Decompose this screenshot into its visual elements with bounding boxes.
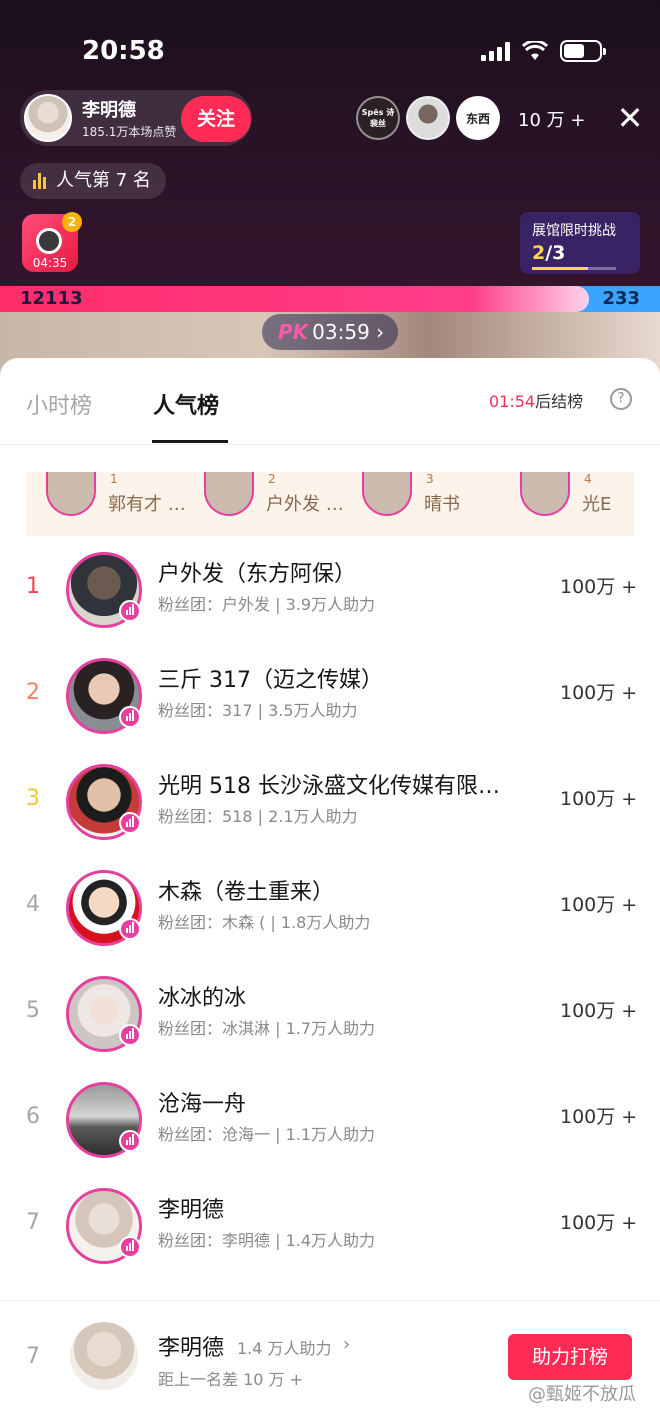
tab-hourly[interactable]: 小时榜 [26,388,92,420]
divider [0,444,660,445]
gift-timer: 04:35 [32,256,68,270]
fan-level-icon [119,600,141,622]
rank-number: 7 [26,1210,40,1235]
pk-left-fill [0,286,590,312]
fan-club-info: 粉丝团：沧海一 | 1.1万人助力 [158,1125,376,1144]
fan-level-icon [119,1130,141,1152]
fan-club-info: 粉丝团：518 | 2.1万人助力 [158,807,358,826]
contributor-avatar [46,472,96,516]
question-circle-icon[interactable]: ? [610,388,632,410]
score: 100万 + [560,576,638,598]
rank-number: 1 [26,574,40,599]
rank-number: 6 [26,1104,40,1129]
close-icon[interactable]: ✕ [614,100,646,136]
score: 100万 + [560,1212,638,1234]
popularity-rank-text: 人气第 7 名 [56,170,151,191]
fan-level-icon [119,918,141,940]
room-name: 光明 518 长沙泳盛文化传媒有限… [158,774,500,799]
viewer-avatar[interactable]: 东西 [456,96,500,140]
challenge-progress: 2/3 [532,242,566,264]
contributor-avatar [520,472,570,516]
rank-number: 4 [26,892,40,917]
fan-level-icon [119,812,141,834]
host-avatar[interactable] [24,94,72,142]
ranking-row[interactable]: 7 李明德 粉丝团：李明德 | 1.4万人助力 100万 + [0,1182,660,1288]
boost-ranking-button[interactable]: 助力打榜 [508,1334,632,1380]
rank-number: 2 [26,680,40,705]
follow-button[interactable]: 关注 [181,96,251,142]
score: 100万 + [560,894,638,916]
viewer-count[interactable]: 10 万 + [518,106,585,132]
wifi-icon [522,41,548,60]
room-name: 三斤 317（迈之传媒） [158,668,383,693]
battery-icon [560,40,606,62]
fan-club-info: 粉丝团：317 | 3.5万人助力 [158,701,358,720]
challenge-progress-bar [532,267,616,270]
fan-level-icon [119,1236,141,1258]
room-name: 木森（卷土重来） [158,880,335,905]
ranking-row[interactable]: 5 冰冰的冰 粉丝团：冰淇淋 | 1.7万人助力 100万 + [0,970,660,1076]
room-name: 沧海一舟 [158,1092,247,1117]
score: 100万 + [560,1106,638,1128]
my-name: 李明德 [158,1336,225,1361]
fan-level-icon [119,1024,141,1046]
status-bar: 20:58 [0,28,660,78]
score: 100万 + [560,788,638,810]
chevron-right-icon[interactable]: › [343,1334,350,1355]
popularity-rank-pill[interactable]: 人气第 7 名 [20,163,166,199]
pk-timer[interactable]: PK 03:59 › [262,314,398,350]
fan-club-info: 粉丝团：李明德 | 1.4万人助力 [158,1231,376,1250]
fan-level-icon [119,706,141,728]
exhibition-challenge[interactable]: 展馆限时挑战 2/3 [520,212,640,274]
tab-popularity[interactable]: 人气榜 [153,388,219,420]
pk-left-score: 12113 [20,288,83,309]
divider [0,1300,660,1301]
fan-club-info: 粉丝团：冰淇淋 | 1.7万人助力 [158,1019,376,1038]
status-icons [481,40,606,62]
viewer-avatar[interactable]: Spēs 诗裴丝 [356,96,400,140]
ranking-row[interactable]: 1 户外发（东方阿保） 粉丝团：户外发 | 3.9万人助力 100万 + [0,546,660,652]
room-name: 李明德 [158,1198,225,1223]
my-rank-number: 7 [26,1344,40,1369]
status-time: 20:58 [82,36,165,66]
challenge-title: 展馆限时挑战 [532,223,616,239]
fan-club-info: 粉丝团：木森 ( | 1.8万人助力 [158,913,371,932]
my-avatar[interactable] [70,1322,138,1390]
cellular-signal-icon [481,41,510,61]
fan-club-info: 粉丝团：户外发 | 3.9万人助力 [158,595,376,614]
watermark: @甄姬不放瓜 [528,1384,636,1405]
room-name: 户外发（东方阿保） [158,562,357,587]
ranking-row[interactable]: 6 沧海一舟 粉丝团：沧海一 | 1.1万人助力 100万 + [0,1076,660,1182]
ranking-row[interactable]: 4 木森（卷土重来） 粉丝团：木森 ( | 1.8万人助力 100万 + [0,864,660,970]
live-room-header: 20:58 李明德 185.1万本场点赞 关注 Spēs 诗裴丝 东西 10 万… [0,0,660,380]
top-contributors-strip[interactable]: 1 郭有才 … 2 户外发 … 3 晴书 4 光E [26,472,634,536]
rank-number: 3 [26,786,40,811]
score: 100万 + [560,1000,638,1022]
tab-underline [152,440,228,443]
gift-count-badge: 2 [62,212,82,232]
viewer-avatar[interactable] [406,96,450,140]
host-name: 李明德 [82,100,136,121]
ranking-row[interactable]: 2 三斤 317（迈之传媒） 粉丝团：317 | 3.5万人助力 100万 + [0,652,660,758]
ranking-row[interactable]: 3 光明 518 长沙泳盛文化传媒有限… 粉丝团：518 | 2.1万人助力 1… [0,758,660,864]
host-likes: 185.1万本场点赞 [82,125,177,139]
contributor-avatar [362,472,412,516]
pk-right-score: 233 [602,288,640,309]
pk-score-bar: 12113 233 [0,286,660,312]
rank-number: 5 [26,998,40,1023]
ranking-bars-icon [33,173,46,189]
my-help-count[interactable]: 1.4 万人助力 [237,1335,332,1359]
gap-to-previous: 距上一名差 10 万 + [158,1370,304,1389]
countdown: 01:54后结榜 [489,392,584,411]
room-name: 冰冰的冰 [158,986,247,1011]
score: 100万 + [560,682,638,704]
contributor-avatar [204,472,254,516]
